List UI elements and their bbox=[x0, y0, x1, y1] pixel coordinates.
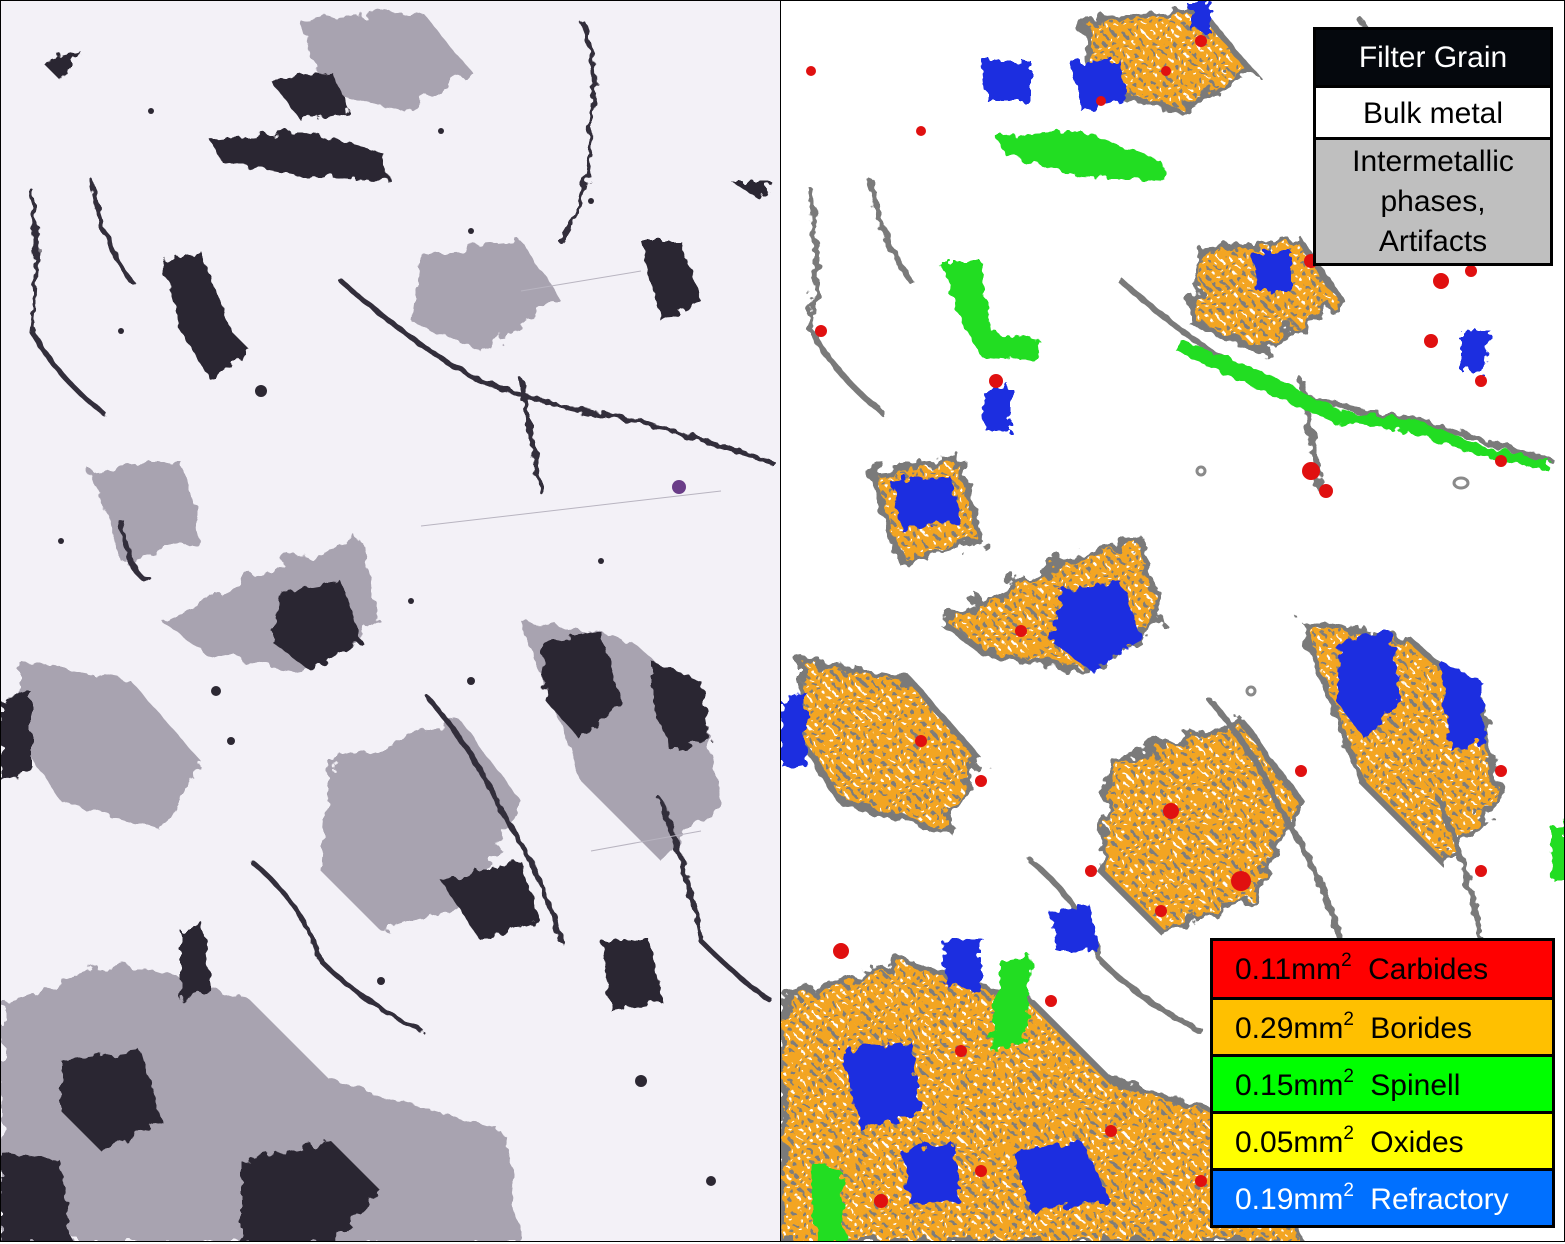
spinell-area: 0.15mm bbox=[1235, 1069, 1344, 1102]
legend-carbides: 0.11mm2 Carbides bbox=[1213, 941, 1552, 997]
legend-borides: 0.29mm2 Borides bbox=[1213, 997, 1552, 1054]
borides-area-exponent: 2 bbox=[1343, 1009, 1354, 1030]
refractory-area: 0.19mm bbox=[1235, 1183, 1344, 1216]
violet-particle bbox=[672, 480, 686, 494]
carbides-label: Carbides bbox=[1368, 953, 1489, 986]
legend-refractory: 0.19mm2 Refractory bbox=[1213, 1168, 1552, 1225]
figure: Filter Grain Bulk metal Intermetallic ph… bbox=[0, 0, 1565, 1244]
spinell-label: Spinell bbox=[1370, 1069, 1461, 1102]
legend-spinell: 0.15mm2 Spinell bbox=[1213, 1054, 1552, 1111]
carbides-area: 0.11mm bbox=[1235, 953, 1342, 986]
legend-oxides: 0.05mm2 Oxides bbox=[1213, 1111, 1552, 1168]
legend-bulk-metal: Bulk metal bbox=[1316, 85, 1550, 137]
legend-intermetallic-line-3: Artifacts bbox=[1378, 225, 1488, 258]
legend-intermetallic: Intermetallic phases, Artifacts bbox=[1316, 137, 1550, 263]
micrograph-panel bbox=[0, 0, 782, 1242]
spinell-area-exponent: 2 bbox=[1343, 1066, 1354, 1087]
micrograph-image bbox=[1, 1, 781, 1241]
refractory-label: Refractory bbox=[1370, 1183, 1509, 1216]
carbides-area-exponent: 2 bbox=[1341, 950, 1352, 971]
phase-area-legend: 0.11mm2 Carbides 0.29mm2 Borides 0.15mm2… bbox=[1210, 938, 1555, 1228]
legend-intermetallic-line-2: phases, bbox=[1380, 185, 1486, 218]
oxides-label: Oxides bbox=[1370, 1126, 1464, 1159]
oxides-area-exponent: 2 bbox=[1343, 1123, 1354, 1144]
borides-label: Borides bbox=[1370, 1012, 1473, 1045]
borides-area: 0.29mm bbox=[1235, 1012, 1344, 1045]
legend-intermetallic-line-1: Intermetallic bbox=[1352, 145, 1514, 178]
refractory-area-exponent: 2 bbox=[1343, 1180, 1354, 1201]
legend-filter-grain: Filter Grain bbox=[1316, 30, 1550, 85]
oxides-area: 0.05mm bbox=[1235, 1126, 1344, 1159]
structure-legend: Filter Grain Bulk metal Intermetallic ph… bbox=[1313, 27, 1553, 266]
